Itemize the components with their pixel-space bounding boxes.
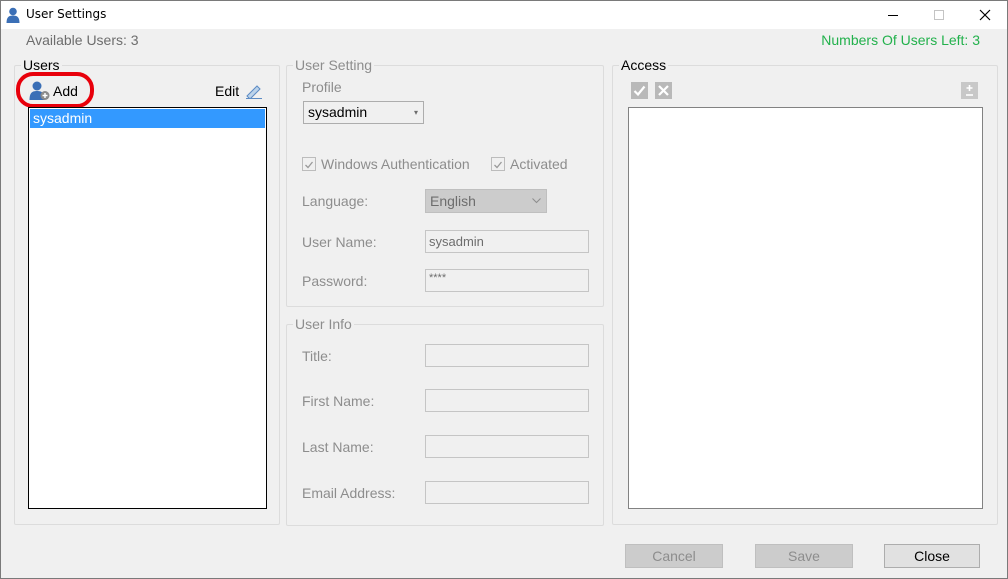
first-name-label: First Name: (302, 393, 375, 409)
edit-label: Edit (215, 83, 240, 99)
activated-checkbox[interactable] (491, 157, 505, 171)
windows-auth-label: Windows Authentication (321, 156, 470, 172)
minimize-icon (888, 15, 898, 16)
edit-user-button[interactable]: Edit (213, 80, 267, 102)
access-tree[interactable] (628, 107, 983, 509)
profile-label: Profile (302, 79, 342, 95)
checkmark-icon (633, 85, 646, 97)
edit-icon (246, 85, 262, 99)
uncheck-all-button[interactable] (655, 82, 672, 99)
language-label: Language: (302, 193, 369, 209)
available-users-label: Available Users: 3 (26, 32, 139, 48)
users-list[interactable]: sysadmin (28, 107, 267, 509)
close-window-button[interactable] (962, 1, 1008, 29)
chevron-down-icon (532, 198, 541, 204)
close-button[interactable]: Close (884, 544, 980, 568)
title-bar: User Settings (1, 1, 1007, 29)
user-settings-window: User Settings Available Users: 3 Numbers… (0, 0, 1008, 579)
user-setting-legend: User Setting (295, 57, 373, 73)
title-label: Title: (302, 348, 332, 364)
close-icon (979, 9, 991, 21)
username-field[interactable]: sysadmin (425, 230, 589, 253)
user-icon (6, 7, 20, 23)
last-name-field[interactable] (425, 435, 589, 458)
check-icon (305, 161, 314, 169)
check-icon (494, 161, 503, 169)
window-title: User Settings (26, 7, 107, 21)
user-info-legend: User Info (295, 316, 352, 332)
email-field[interactable] (425, 481, 589, 504)
last-name-label: Last Name: (302, 439, 374, 455)
profile-value: sysadmin (308, 104, 368, 120)
save-button[interactable]: Save (755, 544, 853, 568)
access-legend: Access (621, 57, 667, 73)
list-item-selected[interactable]: sysadmin (30, 109, 265, 128)
x-icon (658, 85, 669, 96)
title-field[interactable] (425, 344, 589, 367)
expand-collapse-button[interactable] (961, 82, 978, 99)
password-field[interactable]: **** (425, 269, 589, 292)
cancel-button[interactable]: Cancel (625, 544, 723, 568)
username-label: User Name: (302, 234, 377, 250)
chevron-down-icon: ▾ (413, 108, 418, 117)
profile-select[interactable]: sysadmin ▾ (303, 101, 424, 124)
expand-icon (966, 85, 973, 96)
maximize-icon (934, 10, 944, 20)
users-left-label: Numbers Of Users Left: 3 (821, 32, 980, 48)
email-label: Email Address: (302, 485, 396, 501)
check-all-button[interactable] (631, 82, 648, 99)
first-name-field[interactable] (425, 389, 589, 412)
windows-auth-checkbox[interactable] (302, 157, 316, 171)
password-label: Password: (302, 273, 368, 289)
language-select[interactable]: English (425, 189, 547, 213)
highlight-circle (16, 72, 94, 108)
minimize-button[interactable] (870, 1, 916, 29)
activated-label: Activated (510, 156, 568, 172)
maximize-button[interactable] (916, 1, 962, 29)
language-value: English (430, 193, 476, 209)
